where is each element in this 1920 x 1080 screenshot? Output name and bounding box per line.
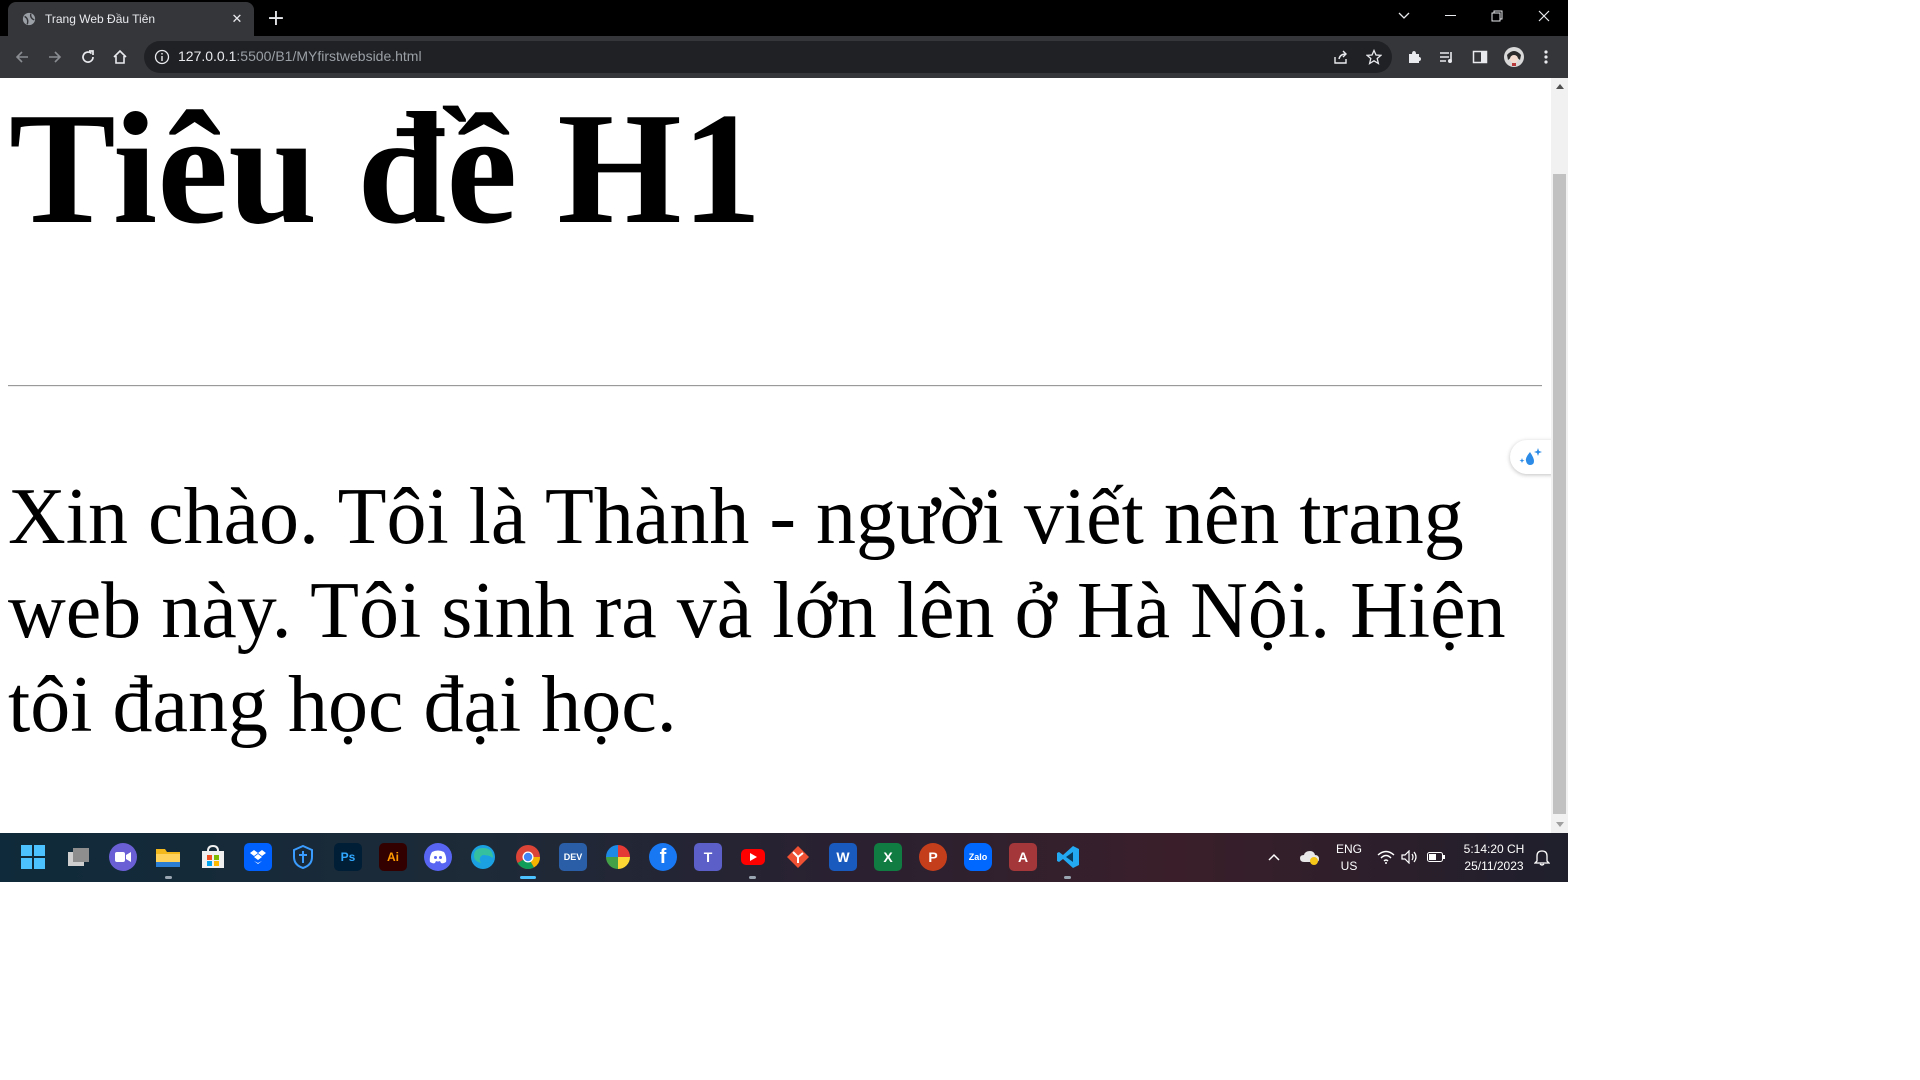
arrow-left-icon <box>15 51 28 63</box>
horizontal-rule <box>8 385 1542 387</box>
zalo-icon[interactable]: Zalo <box>964 843 992 871</box>
scroll-up-arrow-icon[interactable] <box>1551 78 1568 95</box>
illustrator-icon[interactable]: Ai <box>379 843 407 871</box>
scroll-down-arrow-icon[interactable] <box>1551 816 1568 833</box>
clock-time: 5:14:20 CH <box>1463 842 1525 856</box>
more-vert-icon <box>1544 50 1548 64</box>
url-host: 127.0.0.1 <box>178 48 237 64</box>
tab-search-button[interactable] <box>1381 0 1427 32</box>
page-viewport: Tiêu đề H1 Xin chào. Tôi là Thành - ngườ… <box>0 78 1551 833</box>
taskbar: Ps Ai DEV f T W X P Zalo A ENG US 5:14:2… <box>0 833 1568 882</box>
star-icon <box>1366 49 1382 65</box>
browser-toolbar: 127.0.0.1:5500/B1/MYfirstwebside.html <box>0 36 1568 78</box>
avatar <box>1504 47 1524 67</box>
volume-icon[interactable] <box>1400 845 1420 869</box>
close-tab-icon[interactable]: ✕ <box>228 10 246 28</box>
vscode-icon[interactable] <box>1054 843 1082 871</box>
excel-icon[interactable]: X <box>874 843 902 871</box>
reload-button[interactable] <box>74 43 102 71</box>
language-line2: US <box>1340 859 1358 873</box>
url-path: :5500/B1/MYfirstwebside.html <box>236 48 422 64</box>
sidebar-assistant-button[interactable] <box>1510 440 1551 474</box>
running-indicator <box>520 876 536 879</box>
minimize-button[interactable] <box>1427 0 1473 32</box>
clock-date: 25/11/2023 <box>1464 859 1524 873</box>
photoshop-icon[interactable]: Ps <box>334 843 362 871</box>
battery-icon[interactable] <box>1425 845 1447 869</box>
minimize-icon <box>1444 15 1456 16</box>
share-icon <box>1334 50 1347 64</box>
forward-button[interactable] <box>41 43 69 71</box>
page-heading: Tiêu đề H1 <box>9 79 762 257</box>
file-explorer-icon[interactable] <box>154 843 182 871</box>
language-indicator[interactable]: ENG US <box>1333 842 1365 873</box>
discord-icon[interactable] <box>424 843 452 871</box>
address-bar[interactable]: 127.0.0.1:5500/B1/MYfirstwebside.html <box>144 41 1392 73</box>
dev-icon[interactable]: DEV <box>559 843 587 871</box>
close-icon <box>1538 10 1550 22</box>
access-icon[interactable]: A <box>1009 843 1037 871</box>
chevron-down-icon <box>1398 12 1410 19</box>
page-paragraph: Xin chào. Tôi là Thành - người viết nên … <box>8 473 1506 749</box>
menu-button[interactable] <box>1532 43 1560 71</box>
globe-icon <box>22 12 36 26</box>
back-button[interactable] <box>8 43 36 71</box>
chrome-icon[interactable] <box>514 843 542 871</box>
media-control-button[interactable] <box>1433 43 1461 71</box>
playlist-icon <box>1440 52 1452 63</box>
info-icon[interactable] <box>154 49 170 65</box>
onedrive-icon[interactable] <box>1298 845 1322 869</box>
running-indicator <box>749 876 756 879</box>
wifi-icon[interactable] <box>1376 845 1396 869</box>
running-indicator <box>165 876 172 879</box>
microsoft-store-icon[interactable] <box>199 843 227 871</box>
meet-icon[interactable] <box>109 843 137 871</box>
tab-title: Trang Web Đầu Tiên <box>45 12 156 26</box>
powerpoint-icon[interactable]: P <box>919 843 947 871</box>
restore-button[interactable] <box>1474 0 1520 32</box>
chevron-up-icon[interactable] <box>1262 845 1286 869</box>
home-icon <box>113 49 127 64</box>
arrow-right-icon <box>49 51 62 63</box>
facebook-icon[interactable]: f <box>649 843 677 871</box>
git-icon[interactable] <box>784 843 812 871</box>
profile-button[interactable] <box>1500 43 1528 71</box>
teams-icon[interactable]: T <box>694 843 722 871</box>
notification-icon[interactable] <box>1530 845 1554 869</box>
reload-icon <box>82 50 94 63</box>
scrollbar-thumb[interactable] <box>1553 174 1566 814</box>
windows-start-icon[interactable] <box>19 843 47 871</box>
url-text: 127.0.0.1:5500/B1/MYfirstwebside.html <box>178 48 422 64</box>
side-panel-icon <box>1472 50 1488 64</box>
clock[interactable]: 5:14:20 CH 25/11/2023 <box>1456 842 1532 873</box>
edge-icon[interactable] <box>469 843 497 871</box>
browser-tab[interactable]: Trang Web Đầu Tiên ✕ <box>8 2 254 36</box>
puzzle-icon <box>1409 51 1421 63</box>
security-app-icon[interactable] <box>289 843 317 871</box>
dropbox-icon[interactable] <box>244 843 272 871</box>
word-icon[interactable]: W <box>829 843 857 871</box>
language-line1: ENG <box>1335 842 1362 856</box>
new-tab-button[interactable]: + <box>264 6 288 31</box>
color-wheel-icon[interactable] <box>604 843 632 871</box>
restore-icon <box>1491 10 1503 22</box>
extensions-button[interactable] <box>1400 43 1428 71</box>
task-view-icon[interactable] <box>64 843 92 871</box>
bookmark-button[interactable] <box>1360 43 1388 71</box>
close-window-button[interactable] <box>1521 0 1567 32</box>
sparkle-drop-icon <box>1519 448 1542 465</box>
share-button[interactable] <box>1327 43 1355 71</box>
side-panel-button[interactable] <box>1466 43 1494 71</box>
home-button[interactable] <box>106 43 134 71</box>
vertical-scrollbar[interactable] <box>1551 78 1568 833</box>
youtube-icon[interactable] <box>739 843 767 871</box>
running-indicator <box>1064 876 1071 879</box>
tab-strip: Trang Web Đầu Tiên ✕ + <box>0 0 1568 36</box>
